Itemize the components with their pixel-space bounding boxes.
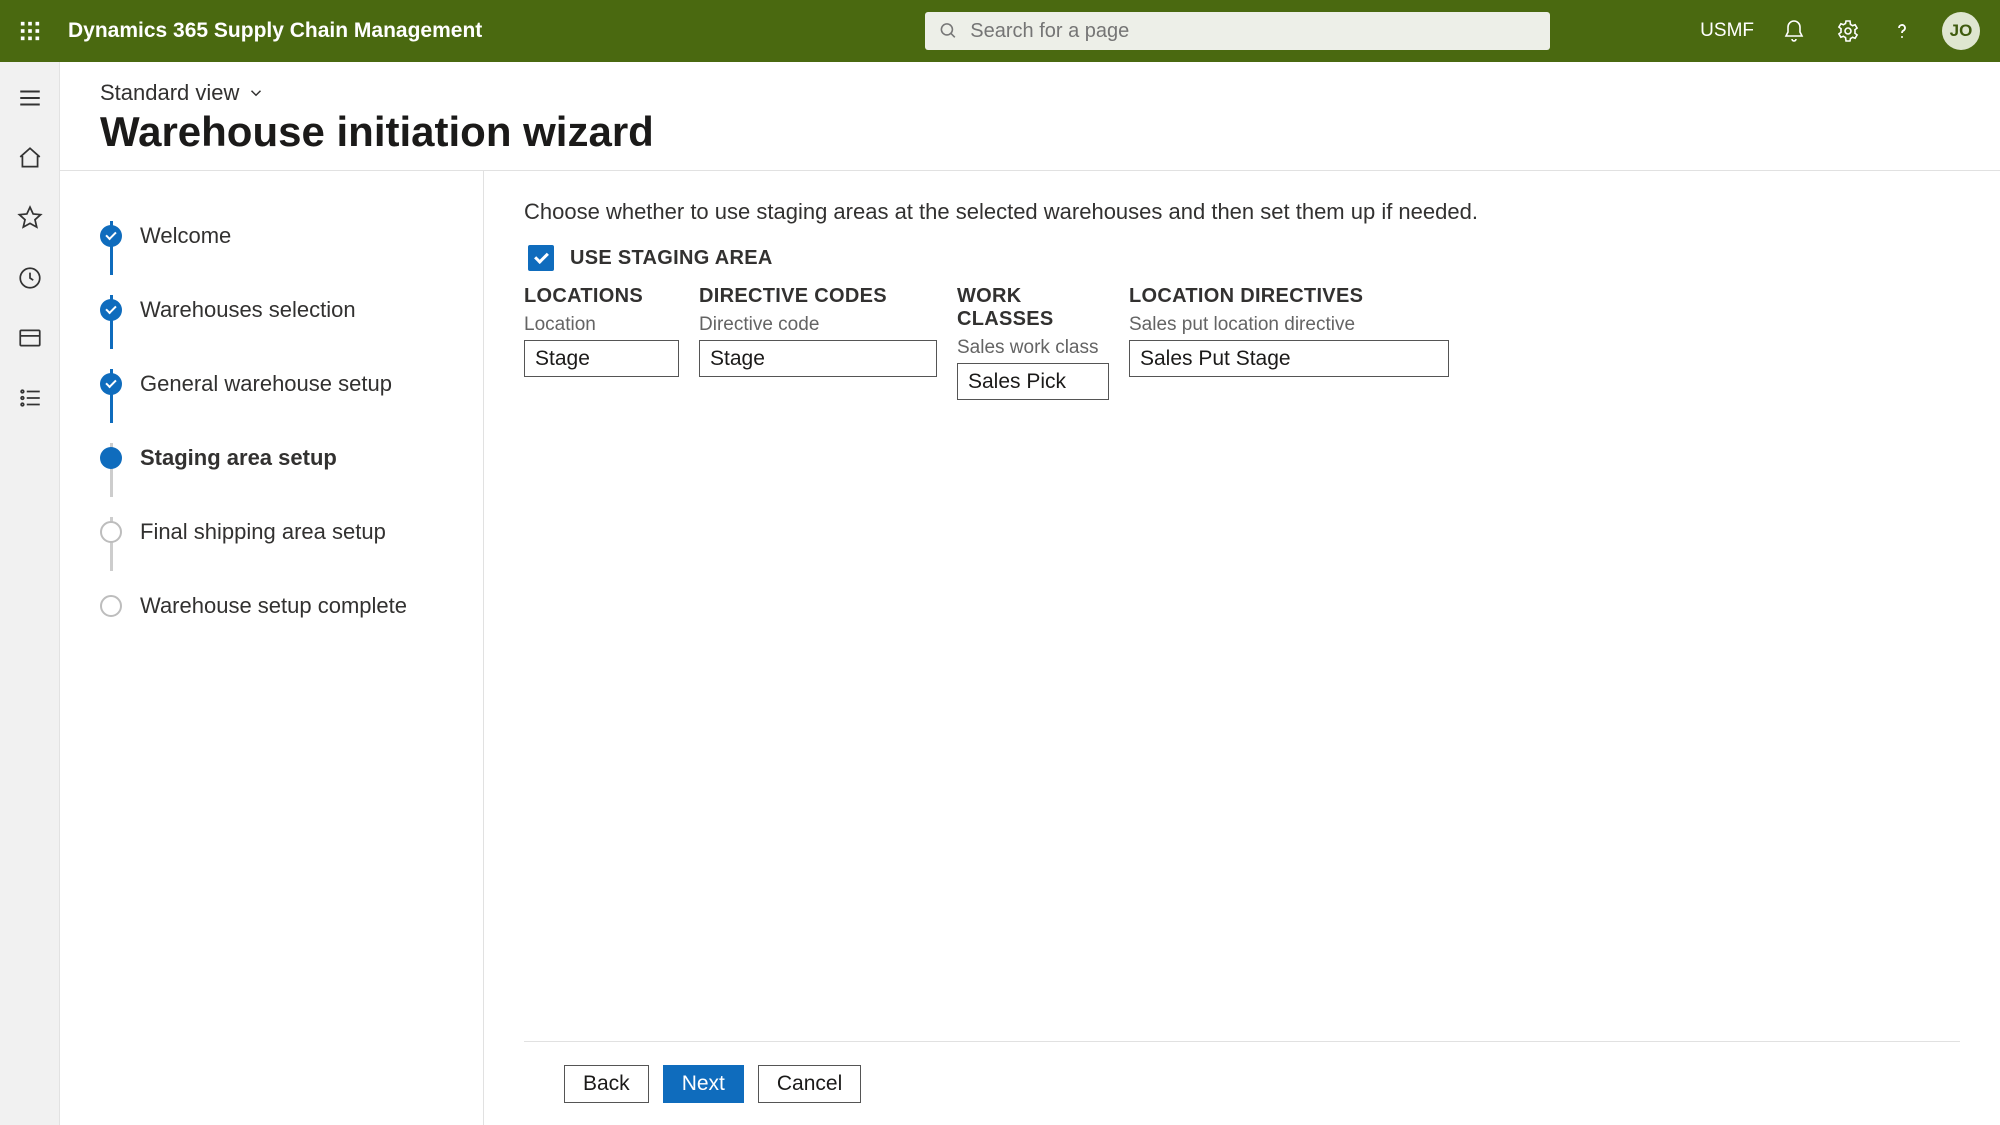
star-icon (17, 205, 43, 231)
field-label: Location (524, 314, 679, 336)
cancel-button[interactable]: Cancel (758, 1065, 861, 1103)
column-head: WORK CLASSES (957, 285, 1109, 331)
company-label[interactable]: USMF (1700, 20, 1754, 42)
search-box[interactable] (925, 12, 1550, 50)
field-label: Sales work class (957, 337, 1109, 359)
list-icon (17, 385, 43, 411)
directive-code-input[interactable] (699, 340, 937, 377)
step-label: Staging area setup (140, 445, 337, 471)
location-input[interactable] (524, 340, 679, 377)
step-label: General warehouse setup (140, 371, 392, 397)
step-label: Warehouse setup complete (140, 593, 407, 619)
workspaces-button[interactable] (14, 322, 46, 354)
top-bar: Dynamics 365 Supply Chain Management USM… (0, 0, 2000, 62)
notifications-button[interactable] (1780, 17, 1808, 45)
app-launcher-button[interactable] (10, 11, 50, 51)
modules-button[interactable] (14, 382, 46, 414)
back-button[interactable]: Back (564, 1065, 649, 1103)
step-final-shipping-area-setup[interactable]: Final shipping area setup (100, 495, 453, 569)
step-staging-area-setup[interactable]: Staging area setup (100, 421, 453, 495)
search-icon (939, 21, 958, 41)
wizard-steps: Welcome Warehouses selection General war… (60, 171, 484, 1125)
step-general-warehouse-setup[interactable]: General warehouse setup (100, 347, 453, 421)
step-bullet-current-icon (100, 447, 122, 469)
sales-put-location-directive-input[interactable] (1129, 340, 1449, 377)
favorites-button[interactable] (14, 202, 46, 234)
content: Welcome Warehouses selection General war… (60, 171, 2000, 1125)
step-warehouse-setup-complete[interactable]: Warehouse setup complete (100, 569, 453, 643)
field-directive-codes: DIRECTIVE CODES Directive code (699, 285, 937, 400)
help-button[interactable] (1888, 17, 1916, 45)
step-bullet-done-icon (100, 225, 122, 247)
wizard-footer: Back Next Cancel (524, 1041, 1960, 1125)
step-label: Final shipping area setup (140, 519, 386, 545)
nav-toggle-button[interactable] (14, 82, 46, 114)
question-icon (1890, 19, 1914, 43)
use-staging-checkbox[interactable] (528, 245, 554, 271)
field-location-directives: LOCATION DIRECTIVES Sales put location d… (1129, 285, 1449, 400)
field-label: Directive code (699, 314, 937, 336)
column-head: LOCATIONS (524, 285, 679, 308)
waffle-icon (19, 20, 41, 42)
view-label: Standard view (100, 80, 239, 106)
left-rail (0, 62, 60, 1125)
hamburger-icon (17, 85, 43, 111)
home-icon (17, 145, 43, 171)
step-bullet-done-icon (100, 373, 122, 395)
settings-button[interactable] (1834, 17, 1862, 45)
instructions-text: Choose whether to use staging areas at t… (524, 199, 1960, 225)
field-label: Sales put location directive (1129, 314, 1449, 336)
page-head: Standard view Warehouse initiation wizar… (60, 62, 2000, 170)
bell-icon (1782, 19, 1806, 43)
sales-work-class-input[interactable] (957, 363, 1109, 400)
avatar[interactable]: JO (1942, 12, 1980, 50)
topbar-right: USMF JO (1700, 12, 1990, 50)
workspace-icon (17, 325, 43, 351)
page: Standard view Warehouse initiation wizar… (60, 62, 2000, 1125)
use-staging-label: USE STAGING AREA (570, 247, 773, 270)
field-locations: LOCATIONS Location (524, 285, 679, 400)
step-bullet-done-icon (100, 299, 122, 321)
view-switcher[interactable]: Standard view (100, 80, 2000, 106)
step-label: Warehouses selection (140, 297, 356, 323)
use-staging-checkbox-row: USE STAGING AREA (528, 245, 1960, 271)
step-bullet-todo-icon (100, 595, 122, 617)
page-title: Warehouse initiation wizard (100, 108, 2000, 156)
chevron-down-icon (247, 84, 265, 102)
column-head: DIRECTIVE CODES (699, 285, 937, 308)
fields-row: LOCATIONS Location DIRECTIVE CODES Direc… (524, 285, 1960, 400)
body: Standard view Warehouse initiation wizar… (0, 62, 2000, 1125)
home-button[interactable] (14, 142, 46, 174)
column-head: LOCATION DIRECTIVES (1129, 285, 1449, 308)
app-title: Dynamics 365 Supply Chain Management (68, 19, 482, 43)
step-bullet-todo-icon (100, 521, 122, 543)
wizard-form: Choose whether to use staging areas at t… (484, 171, 2000, 1125)
gear-icon (1836, 19, 1860, 43)
field-work-classes: WORK CLASSES Sales work class (957, 285, 1109, 400)
recent-button[interactable] (14, 262, 46, 294)
step-label: Welcome (140, 223, 231, 249)
step-welcome[interactable]: Welcome (100, 199, 453, 273)
search-input[interactable] (970, 20, 1536, 43)
clock-icon (17, 265, 43, 291)
next-button[interactable]: Next (663, 1065, 744, 1103)
step-list: Welcome Warehouses selection General war… (100, 199, 453, 643)
step-warehouses-selection[interactable]: Warehouses selection (100, 273, 453, 347)
